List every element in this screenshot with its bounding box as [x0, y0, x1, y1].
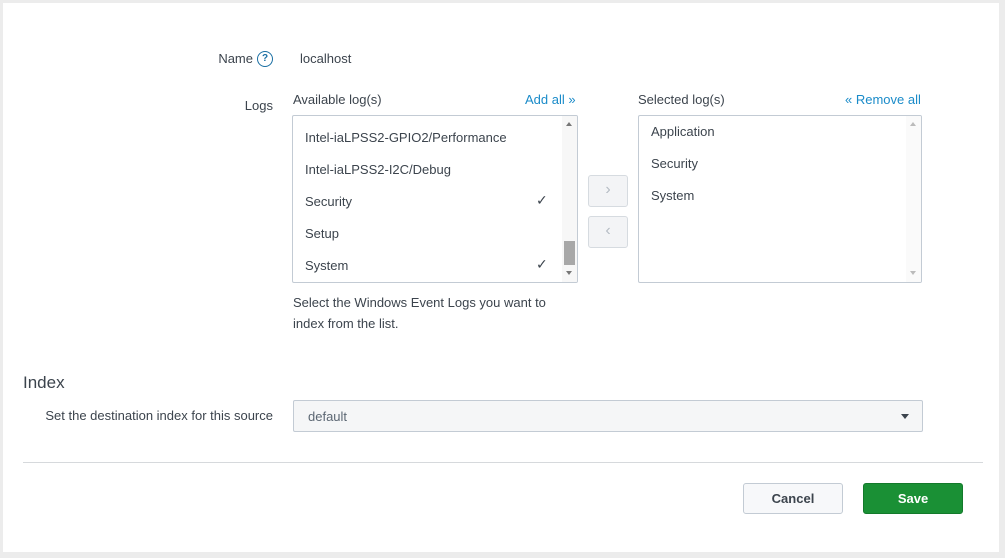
move-left-button[interactable]: ‹ — [588, 216, 628, 248]
logs-help-line: index from the list. — [293, 316, 399, 331]
scroll-up-icon[interactable] — [910, 122, 916, 126]
available-logs-header: Available log(s) — [293, 92, 382, 107]
scroll-down-icon[interactable] — [566, 271, 572, 275]
logs-help-line: Select the Windows Event Logs you want t… — [293, 295, 546, 310]
available-logs-list[interactable]: Intel-iaLPSS2-GPIO2/Performance Intel-ia… — [292, 115, 578, 283]
list-item[interactable]: System — [651, 188, 694, 203]
move-right-button[interactable]: › — [588, 175, 628, 207]
scroll-up-icon[interactable] — [566, 122, 572, 126]
index-label: Set the destination index for this sourc… — [45, 408, 273, 423]
logs-label: Logs — [244, 98, 273, 113]
question-icon[interactable]: ? — [257, 51, 273, 67]
available-scrollbar[interactable] — [562, 116, 577, 282]
scroll-thumb[interactable] — [564, 241, 575, 265]
list-item[interactable]: Security — [305, 194, 352, 209]
remove-all-link[interactable]: « Remove all — [845, 92, 921, 107]
save-button[interactable]: Save — [863, 483, 963, 514]
checkmark-icon: ✓ — [536, 192, 548, 208]
add-all-link[interactable]: Add all » — [525, 92, 576, 107]
name-label: Name — [218, 51, 253, 66]
selected-logs-list[interactable]: Application Security System — [638, 115, 922, 283]
index-select[interactable]: default — [293, 400, 923, 432]
logs-help-text: Select the Windows Event Logs you want t… — [293, 292, 546, 334]
input-settings-panel: Name ? localhost Logs Available log(s) A… — [3, 3, 999, 552]
list-item[interactable]: Security — [651, 156, 698, 171]
index-select-value: default — [308, 409, 348, 424]
checkmark-icon: ✓ — [536, 256, 548, 272]
selected-logs-header: Selected log(s) — [638, 92, 725, 107]
cancel-button[interactable]: Cancel — [743, 483, 843, 514]
list-item[interactable]: Setup — [305, 226, 339, 241]
selected-scrollbar[interactable] — [906, 116, 921, 282]
list-item[interactable]: Intel-iaLPSS2-I2C/Debug — [305, 162, 451, 177]
list-item[interactable]: System — [305, 258, 348, 273]
index-section-title: Index — [23, 373, 65, 392]
divider — [23, 462, 983, 463]
caret-down-icon — [901, 414, 909, 419]
scroll-down-icon[interactable] — [910, 271, 916, 275]
list-item[interactable]: Application — [651, 124, 715, 139]
list-item[interactable]: Intel-iaLPSS2-GPIO2/Performance — [305, 130, 507, 145]
name-value: localhost — [300, 51, 352, 66]
